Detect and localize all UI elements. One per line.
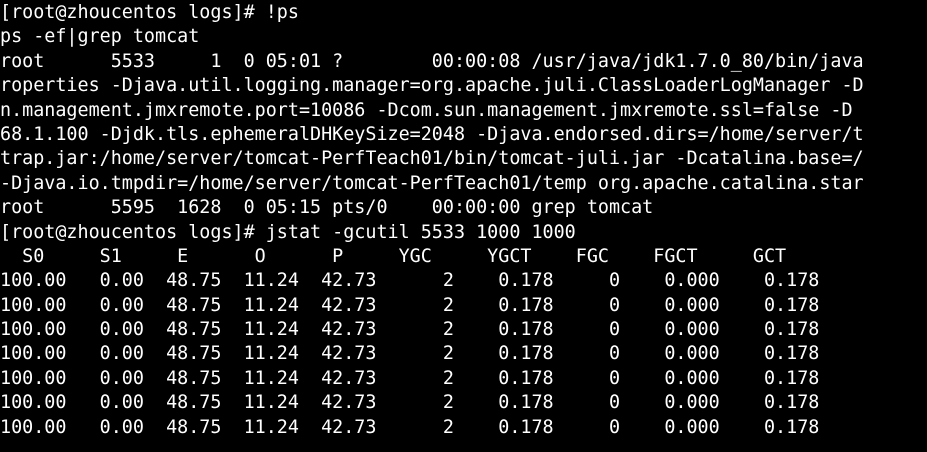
terminal-line: [root@zhoucentos logs]# jstat -gcutil 55… (0, 221, 576, 243)
terminal-line: root 5533 1 0 05:01 ? 00:00:08 /usr/java… (0, 50, 864, 72)
terminal-line: root 5595 1628 0 05:15 pts/0 00:00:00 gr… (0, 197, 654, 219)
terminal-line: 68.1.100 -Djdk.tls.ephemeralDHKeySize=20… (0, 123, 864, 145)
terminal-line: -Djava.io.tmpdir=/home/server/tomcat-Per… (0, 172, 864, 194)
terminal-line: 100.00 0.00 48.75 11.24 42.73 2 0.178 0 … (0, 343, 820, 365)
terminal-window[interactable]: [root@zhoucentos logs]# !ps ps -ef|grep … (0, 0, 927, 452)
terminal-line: roperties -Djava.util.logging.manager=or… (0, 75, 864, 97)
terminal-line: trap.jar:/home/server/tomcat-PerfTeach01… (0, 148, 864, 170)
terminal-line: 100.00 0.00 48.75 11.24 42.73 2 0.178 0 … (0, 392, 820, 414)
terminal-line: 100.00 0.00 48.75 11.24 42.73 2 0.178 0 … (0, 319, 820, 341)
terminal-line: 100.00 0.00 48.75 11.24 42.73 2 0.178 0 … (0, 294, 820, 316)
terminal-line: n.management.jmxremote.port=10086 -Dcom.… (0, 99, 853, 121)
terminal-line: S0 S1 E O P YGC YGCT FGC FGCT GCT (0, 245, 787, 267)
terminal-line: 100.00 0.00 48.75 11.24 42.73 2 0.178 0 … (0, 416, 820, 438)
terminal-line: ps -ef|grep tomcat (0, 26, 200, 48)
terminal-line: 100.00 0.00 48.75 11.24 42.73 2 0.178 0 … (0, 270, 820, 292)
terminal-line: 100.00 0.00 48.75 11.24 42.73 2 0.178 0 … (0, 367, 820, 389)
terminal-line: [root@zhoucentos logs]# !ps (0, 2, 299, 23)
